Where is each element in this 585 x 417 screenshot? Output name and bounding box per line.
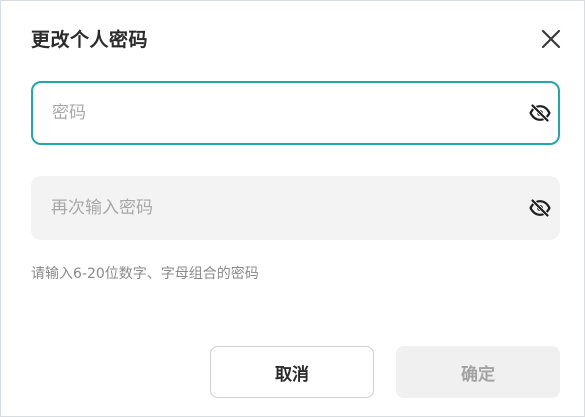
eye-off-icon: [529, 103, 551, 123]
change-password-dialog: 更改个人密码 请输入6-20位数字、字母组合的密码 取消 确定: [0, 0, 585, 417]
confirm-button[interactable]: 确定: [396, 346, 560, 398]
toggle-password-visibility-button[interactable]: [529, 103, 551, 123]
password-hint: 请输入6-20位数字、字母组合的密码: [31, 266, 259, 282]
cancel-button[interactable]: 取消: [210, 346, 374, 398]
eye-off-icon: [529, 198, 551, 218]
password-input[interactable]: [52, 83, 522, 143]
toggle-confirm-password-visibility-button[interactable]: [529, 198, 551, 218]
dialog-title: 更改个人密码: [31, 29, 149, 51]
password-field: [31, 81, 560, 145]
close-button[interactable]: [539, 27, 563, 51]
confirm-password-input[interactable]: [51, 176, 521, 240]
confirm-password-field: [31, 176, 560, 240]
close-icon: [541, 29, 561, 49]
